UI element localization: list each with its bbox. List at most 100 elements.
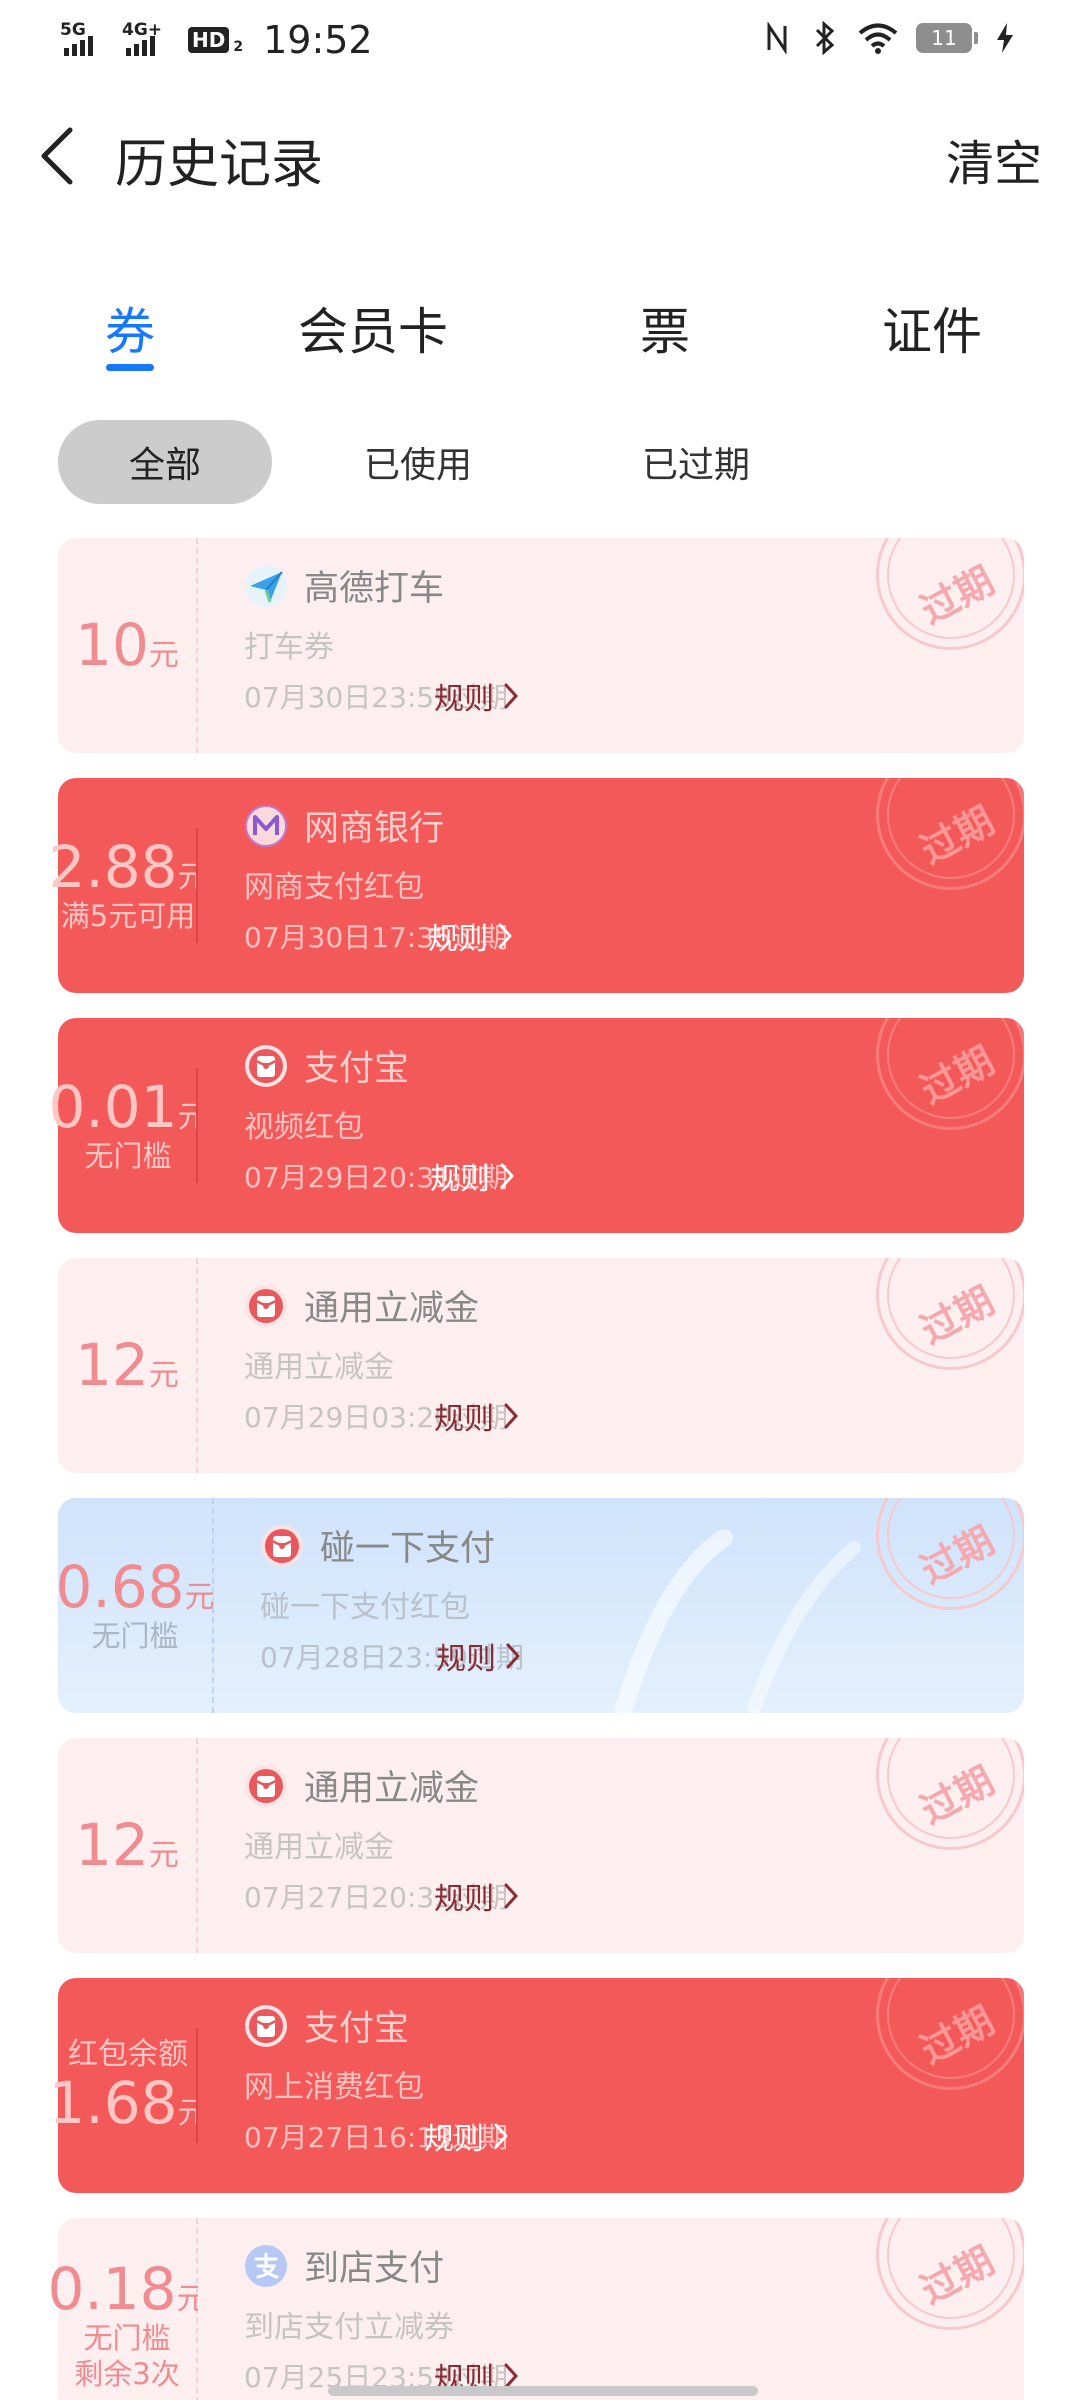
red-packet-icon	[244, 2004, 288, 2048]
filter-expired[interactable]: 已过期	[596, 420, 796, 504]
expired-stamp-icon: 过期	[849, 1978, 1024, 2117]
coupon-amount: 0.01元	[48, 1076, 207, 1138]
coupon-card[interactable]: 12元 通用立减金 通用立减金 07月27日20:32过期 规则 过期	[58, 1738, 1024, 1953]
chevron-right-icon	[504, 683, 518, 709]
stamp-label: 过期	[913, 1757, 1001, 1833]
rule-link[interactable]: 规则	[430, 1154, 516, 1198]
red-packet-icon	[244, 1044, 288, 1088]
amount-number: 1.68	[48, 2069, 178, 2138]
coupon-card[interactable]: 12元 通用立减金 通用立减金 07月29日03:20过期 规则 过期	[58, 1258, 1024, 1473]
coupon-amount: 2.88元	[48, 836, 207, 898]
expired-stamp-icon: 过期	[849, 1018, 1024, 1157]
rule-link[interactable]: 规则	[424, 2114, 510, 2158]
tab-coupon[interactable]: 券	[105, 292, 155, 364]
rule-label: 规则	[428, 922, 488, 957]
status-right: 11	[762, 20, 1020, 56]
amount-unit: 元	[148, 1838, 179, 1874]
rule-label: 规则	[424, 2122, 484, 2157]
coupon-amount: 0.18元	[47, 2258, 206, 2320]
stamp-label: 过期	[913, 1517, 1001, 1593]
chevron-right-icon	[494, 2123, 508, 2149]
mybank-m-icon	[244, 804, 288, 848]
coupon-condition: 无门槛	[83, 2320, 171, 2355]
coupon-info-panel: 通用立减金 通用立减金 07月27日20:32过期 规则 过期	[198, 1738, 1024, 1953]
battery-icon: 11	[916, 23, 978, 53]
stamp-label: 过期	[913, 797, 1001, 873]
coupon-merchant: 网商银行	[244, 800, 444, 851]
coupon-card[interactable]: 0.18元 无门槛 剩余3次 到店支付 到店支付立减券 07月25日23:59过期…	[47, 2218, 1024, 2400]
coupon-value-panel: 2.88元 满5元可用	[48, 778, 208, 993]
coupon-condition: 无门槛	[91, 1618, 179, 1653]
filter-used[interactable]: 已使用	[318, 420, 518, 504]
stamp-label: 过期	[913, 1037, 1001, 1113]
coupon-card[interactable]: 0.68元 无门槛 碰一下支付 碰一下支付红包 07月28日23:59过期 规则…	[55, 1498, 1024, 1713]
clear-button[interactable]: 清空	[946, 124, 1042, 194]
coupon-value-panel: 10元	[58, 538, 198, 753]
red-packet-icon	[244, 1284, 288, 1328]
coupon-card[interactable]: 2.88元 满5元可用 网商银行 网商支付红包 07月30日17:35过期 规则…	[48, 778, 1024, 993]
rule-link[interactable]: 规则	[434, 1394, 520, 1438]
back-button[interactable]	[36, 126, 86, 186]
wifi-icon	[858, 20, 898, 56]
amount-unit: 元	[148, 638, 179, 674]
coupon-info-panel: 到店支付 到店支付立减券 07月25日23:59过期 规则 过期	[198, 2218, 1024, 2400]
coupon-card[interactable]: 红包余额 1.68元 支付宝 网上消费红包 07月27日16:13过期 规则 过…	[48, 1978, 1024, 2193]
rule-link[interactable]: 规则	[434, 1874, 520, 1918]
rule-link[interactable]: 规则	[434, 674, 520, 718]
stamp-label: 过期	[913, 557, 1001, 633]
coupon-merchant: 碰一下支付	[260, 1520, 495, 1571]
paper-plane-icon	[244, 564, 288, 608]
amount-number: 0.18	[47, 2254, 177, 2323]
rule-link[interactable]: 规则	[436, 1634, 522, 1678]
tab-certificate[interactable]: 证件	[882, 292, 982, 364]
coupon-card[interactable]: 10元 高德打车 打车券 07月30日23:59过期 规则 过期	[58, 538, 1024, 753]
rule-label: 规则	[436, 1642, 496, 1677]
coupon-value-panel: 12元	[58, 1738, 198, 1953]
coupon-value-panel: 0.18元 无门槛 剩余3次	[47, 2218, 207, 2400]
coupon-amount: 10元	[75, 615, 179, 676]
hd-icon: HD	[188, 27, 230, 53]
coupon-amount: 0.68元	[55, 1556, 215, 1618]
coupon-merchant: 支付宝	[244, 2000, 409, 2051]
expired-stamp-icon: 过期	[849, 538, 1024, 677]
merchant-name: 通用立减金	[304, 1289, 480, 1329]
tab-indicator	[106, 364, 154, 371]
coupon-condition: 满5元可用	[60, 898, 196, 933]
home-indicator[interactable]	[328, 2386, 758, 2396]
stamp-label: 过期	[913, 1277, 1001, 1353]
status-bar: 5G 4G+ HD 2 19:52 11	[0, 0, 1080, 80]
rule-label: 规则	[430, 1162, 490, 1197]
tab-member-card[interactable]: 会员卡	[298, 292, 448, 364]
coupon-value-panel: 0.68元 无门槛	[55, 1498, 215, 1713]
merchant-name: 支付宝	[304, 1049, 410, 1089]
amount-number: 12	[75, 1331, 149, 1400]
nfc-icon	[762, 20, 792, 56]
rule-link[interactable]: 规则	[428, 914, 514, 958]
amount-number: 2.88	[48, 832, 178, 901]
expired-stamp-icon: 过期	[849, 778, 1024, 917]
filter-all[interactable]: 全部	[58, 420, 272, 504]
coupon-value-panel: 12元	[58, 1258, 198, 1473]
alipay-icon	[244, 2244, 288, 2288]
expired-stamp-icon: 过期	[849, 1258, 1024, 1397]
tab-ticket[interactable]: 票	[640, 292, 690, 364]
coupon-title: 通用立减金	[244, 1830, 394, 1865]
coupon-card[interactable]: 0.01元 无门槛 支付宝 视频红包 07月29日20:31过期 规则 过期	[48, 1018, 1024, 1233]
coupon-info-panel: 碰一下支付 碰一下支付红包 07月28日23:59过期 规则 过期	[214, 1498, 1024, 1713]
red-packet-icon	[244, 1764, 288, 1808]
decorative-wave-icon	[615, 1529, 861, 1713]
coupon-amount: 12元	[75, 1335, 179, 1396]
status-left: 5G 4G+ HD 2 19:52	[60, 18, 373, 62]
chevron-right-icon	[506, 1643, 520, 1669]
coupon-title: 到店支付立减券	[244, 2310, 454, 2345]
merchant-name: 支付宝	[304, 2009, 410, 2049]
coupon-title: 网上消费红包	[244, 2070, 424, 2105]
coupon-condition: 剩余3次	[74, 2356, 180, 2391]
coupon-merchant: 支付宝	[244, 1040, 409, 1091]
page-title: 历史记录	[115, 135, 324, 195]
amount-unit: 元	[184, 1579, 215, 1615]
coupon-info-panel: 支付宝 视频红包 07月29日20:31过期 规则 过期	[198, 1018, 1024, 1233]
hd-sub-label: 2	[233, 39, 244, 55]
red-packet-icon	[260, 1524, 304, 1568]
coupon-info-panel: 网商银行 网商支付红包 07月30日17:35过期 规则 过期	[198, 778, 1024, 993]
